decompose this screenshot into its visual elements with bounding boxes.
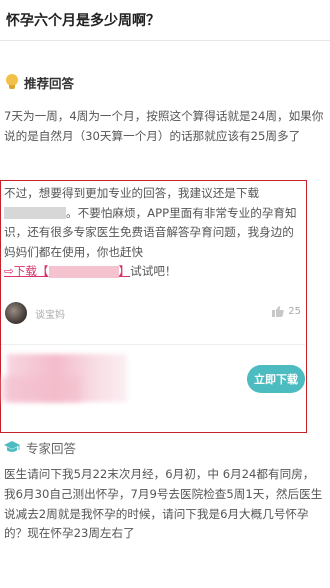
divider <box>1 344 305 345</box>
divider <box>0 40 330 41</box>
download-now-button[interactable]: 立即下载 <box>247 365 305 393</box>
like-button[interactable]: 25 <box>272 306 301 317</box>
promo-text-part1: 不过，想要得到更加专业的回答，我建议还是下载 <box>4 186 260 200</box>
download-link[interactable]: ⇨下载【】 <box>4 264 130 278</box>
promo-user-row: 谈宝妈 25 <box>5 302 301 326</box>
question-title: 怀孕六个月是多少周啊？ <box>6 13 160 29</box>
lightbulb-icon <box>6 74 18 90</box>
recommended-answer-text: 7天为一周，4周为一个月，按照这个算得话就是24周，如果你说的是自然月（30天算… <box>4 109 324 143</box>
expert-answer-header: 专家回答 <box>4 437 76 457</box>
promo-text-part3: 试试吧！ <box>130 264 177 279</box>
user-name: 谈宝妈 <box>35 310 65 321</box>
like-count: 25 <box>288 306 301 317</box>
recommended-answer-header: 推荐回答 <box>4 72 74 92</box>
redacted-link-app-name <box>48 265 119 278</box>
app-promo-card: 不过，想要得到更加专业的回答，我建议还是下载。不要怕麻烦，APP里面有非常专业的… <box>0 180 307 433</box>
graduation-cap-icon <box>4 440 20 454</box>
avatar[interactable] <box>5 302 27 324</box>
promo-text: 不过，想要得到更加专业的回答，我建议还是下载。不要怕麻烦，APP里面有非常专业的… <box>4 184 304 282</box>
thumbs-up-icon <box>272 306 285 317</box>
redacted-app-name <box>4 207 66 220</box>
expert-answer-text: 医生请问下我5月22末次月经，6月初，中 6月24都有同房，我6月30自己测出怀… <box>4 467 323 541</box>
expert-answer-title: 专家回答 <box>26 440 77 456</box>
blurred-ad-image-shadow <box>1 376 81 402</box>
recommended-answer-title: 推荐回答 <box>24 75 75 91</box>
